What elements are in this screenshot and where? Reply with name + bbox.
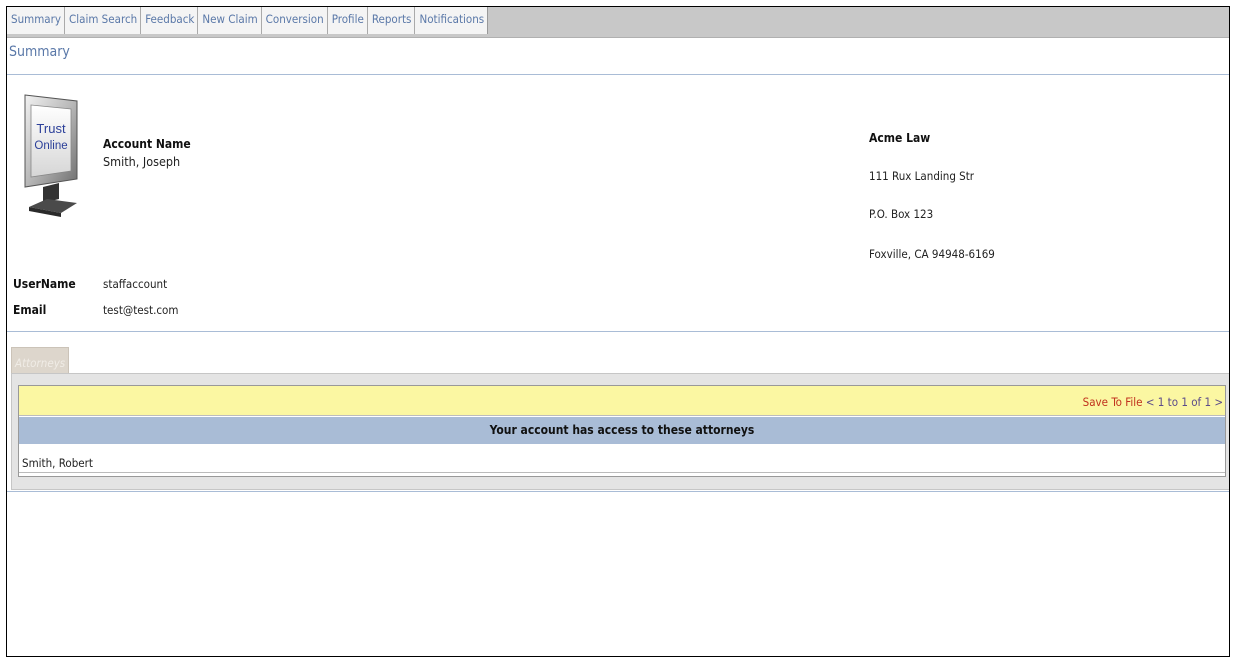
table-row: Smith, Robert xyxy=(22,456,93,470)
tab-profile[interactable]: Profile xyxy=(328,7,368,34)
username-value: staffaccount xyxy=(103,277,168,291)
app-frame: Summary Claim Search Feedback New Claim … xyxy=(6,6,1230,657)
firm-name: Acme Law xyxy=(869,131,931,145)
tab-claim-search[interactable]: Claim Search xyxy=(65,7,142,34)
logo-text-online: Online xyxy=(34,140,67,152)
title-divider xyxy=(7,74,1229,75)
profile-divider xyxy=(7,331,1229,332)
tab-notifications[interactable]: Notifications xyxy=(415,7,487,34)
username-label: UserName xyxy=(13,277,76,291)
firm-address-line1: 111 Rux Landing Str xyxy=(869,169,975,183)
main-nav: Summary Claim Search Feedback New Claim … xyxy=(7,7,1229,38)
account-name-label: Account Name xyxy=(103,137,191,151)
account-name-value: Smith, Joseph xyxy=(103,154,181,169)
page-title: Summary xyxy=(9,44,70,60)
panel-bottom-divider xyxy=(7,491,1229,492)
grid-header: Your account has access to these attorne… xyxy=(19,417,1225,444)
tab-feedback[interactable]: Feedback xyxy=(141,7,199,34)
logo-text-trust: Trust xyxy=(36,121,66,136)
trust-online-logo-icon: Trust Online xyxy=(24,94,78,217)
attorneys-panel: Save To File < 1 to 1 of 1 > Your accoun… xyxy=(11,373,1229,490)
tab-summary[interactable]: Summary xyxy=(7,7,65,34)
nav-tabs: Summary Claim Search Feedback New Claim … xyxy=(7,7,489,34)
attorneys-grid: Save To File < 1 to 1 of 1 > Your accoun… xyxy=(18,385,1226,477)
grid-pager: Save To File < 1 to 1 of 1 > xyxy=(1083,395,1223,409)
tab-reports[interactable]: Reports xyxy=(368,7,416,34)
tab-new-claim[interactable]: New Claim xyxy=(198,7,262,34)
email-value: test@test.com xyxy=(103,303,179,317)
tab-conversion[interactable]: Conversion xyxy=(262,7,328,34)
save-to-file-link[interactable]: Save To File xyxy=(1083,395,1143,409)
email-label: Email xyxy=(13,303,47,317)
pager-text[interactable]: < 1 to 1 of 1 > xyxy=(1146,395,1223,409)
row-divider xyxy=(19,472,1225,473)
firm-city-line: Foxville, CA 94948-6169 xyxy=(869,247,995,261)
firm-address-line2: P.O. Box 123 xyxy=(869,207,934,221)
grid-toolbar: Save To File < 1 to 1 of 1 > xyxy=(19,386,1225,416)
